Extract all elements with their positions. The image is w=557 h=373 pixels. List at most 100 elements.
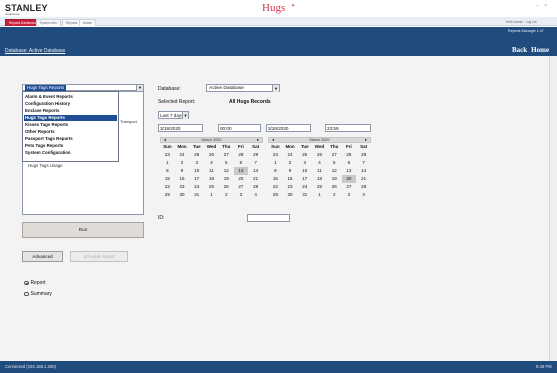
- calendar-day[interactable]: 27: [342, 183, 357, 191]
- list-item[interactable]: Hugs Tags Usage: [28, 163, 63, 168]
- calendar-day[interactable]: 9: [175, 167, 190, 175]
- calendar-day[interactable]: 2: [175, 159, 190, 167]
- end-time-input[interactable]: 23:59: [325, 124, 371, 132]
- tab-admin[interactable]: Admin: [79, 19, 97, 26]
- calendar-day[interactable]: 27: [219, 151, 234, 159]
- advanced-button[interactable]: Advanced: [22, 251, 63, 262]
- calendar-day[interactable]: 4: [312, 159, 327, 167]
- calendar-day[interactable]: 9: [283, 167, 298, 175]
- calendar-day[interactable]: 14: [248, 167, 263, 175]
- calendar-day[interactable]: 15: [268, 175, 283, 183]
- calendar-day[interactable]: 23: [160, 151, 175, 159]
- calendar-day[interactable]: 17: [189, 175, 204, 183]
- chevron-down-icon[interactable]: ▼: [272, 85, 279, 92]
- calendar-day[interactable]: 15: [160, 175, 175, 183]
- calendar-day[interactable]: 29: [248, 151, 263, 159]
- calendar-day[interactable]: 24: [175, 151, 190, 159]
- calendar-day[interactable]: 13: [233, 167, 249, 175]
- period-select[interactable]: Last 7 days ▼: [158, 111, 189, 119]
- calendar-day[interactable]: 21: [248, 175, 263, 183]
- dropdown-option[interactable]: Configuration History: [24, 101, 117, 107]
- home-link[interactable]: Home: [531, 46, 549, 54]
- chevron-down-icon[interactable]: ▼: [136, 85, 143, 91]
- run-button[interactable]: Run: [22, 222, 144, 238]
- calendar-day[interactable]: 26: [312, 151, 327, 159]
- calendar-day[interactable]: 19: [219, 175, 234, 183]
- calendar-day[interactable]: 28: [342, 151, 357, 159]
- prev-month-icon[interactable]: ◄: [271, 138, 275, 143]
- calendar-day[interactable]: 16: [175, 175, 190, 183]
- calendar-day[interactable]: 3: [189, 159, 204, 167]
- dropdown-option[interactable]: Alarm & Event Reports: [24, 94, 117, 100]
- calendar-day[interactable]: 23: [268, 151, 283, 159]
- calendar-day[interactable]: 30: [175, 191, 190, 199]
- calendar-day[interactable]: 11: [204, 167, 219, 175]
- calendar-day[interactable]: 25: [297, 151, 312, 159]
- calendar-day[interactable]: 3: [297, 159, 312, 167]
- calendar-day[interactable]: 7: [356, 159, 371, 167]
- calendar-day[interactable]: 22: [268, 183, 283, 191]
- chevron-down-icon[interactable]: ▼: [182, 112, 188, 119]
- calendar-day[interactable]: 12: [219, 167, 234, 175]
- calendar-day[interactable]: 16: [283, 175, 298, 183]
- calendar-day[interactable]: 13: [342, 167, 357, 175]
- calendar-day[interactable]: 1: [312, 191, 327, 199]
- calendar-day[interactable]: 14: [356, 167, 371, 175]
- end-date-input[interactable]: 3/26/2020: [266, 124, 311, 132]
- calendar-day[interactable]: 7: [248, 159, 263, 167]
- calendar-day[interactable]: 10: [189, 167, 204, 175]
- calendar-day[interactable]: 8: [160, 167, 175, 175]
- next-month-icon[interactable]: ►: [256, 138, 260, 143]
- calendar-day[interactable]: 5: [219, 159, 234, 167]
- radio-summary-dot[interactable]: [24, 291, 29, 297]
- radio-report-dot[interactable]: [24, 280, 29, 286]
- calendar-day[interactable]: 20: [234, 175, 249, 183]
- radio-report[interactable]: Report: [24, 280, 46, 286]
- dropdown-option[interactable]: Passport Tags Reports: [24, 136, 117, 142]
- calendar-day[interactable]: 4: [356, 191, 371, 199]
- calendar-day[interactable]: 4: [248, 191, 263, 199]
- id-input[interactable]: [247, 214, 290, 222]
- calendar-day[interactable]: 28: [356, 183, 371, 191]
- calendar-day[interactable]: 2: [327, 191, 342, 199]
- calendar-day[interactable]: 26: [204, 151, 219, 159]
- dropdown-option[interactable]: Enclave Reports: [24, 108, 117, 114]
- calendar-day[interactable]: 29: [160, 191, 175, 199]
- calendar-day[interactable]: 18: [312, 175, 327, 183]
- calendar-day[interactable]: 25: [189, 151, 204, 159]
- dropdown-option[interactable]: System Configuration: [24, 150, 117, 156]
- calendar-day[interactable]: 2: [219, 191, 234, 199]
- calendar-day[interactable]: 28: [234, 151, 249, 159]
- prev-month-icon[interactable]: ◄: [163, 138, 167, 143]
- calendar-day[interactable]: 24: [189, 183, 204, 191]
- calendar-day[interactable]: 26: [327, 183, 342, 191]
- calendar-day[interactable]: 8: [268, 167, 283, 175]
- tab-system-info[interactable]: System Info: [36, 19, 61, 26]
- breadcrumb[interactable]: Database: Active Database: [5, 48, 65, 54]
- calendar-day[interactable]: 1: [204, 191, 219, 199]
- calendar-day[interactable]: 1: [160, 159, 175, 167]
- radio-summary[interactable]: Summary: [24, 291, 52, 297]
- calendar-day[interactable]: 11: [312, 167, 327, 175]
- calendar-day[interactable]: 12: [327, 167, 342, 175]
- calendar-day[interactable]: 20: [341, 175, 357, 183]
- back-link[interactable]: Back: [512, 46, 527, 54]
- dropdown-option[interactable]: Pets Tags Reports: [24, 143, 117, 149]
- dropdown-option[interactable]: Kisses Tags Reports: [24, 122, 117, 128]
- calendar-day[interactable]: 24: [297, 183, 312, 191]
- calendar-day[interactable]: 19: [327, 175, 342, 183]
- user-menu[interactable]: Hello Admin · Log out: [506, 20, 536, 24]
- calendar-day[interactable]: 10: [297, 167, 312, 175]
- dropdown-option[interactable]: Other Reports: [24, 129, 117, 135]
- dropdown-option[interactable]: Hugs Tags Reports: [24, 115, 117, 121]
- calendar-day[interactable]: 23: [175, 183, 190, 191]
- calendar-day[interactable]: 30: [283, 191, 298, 199]
- calendar-day[interactable]: 1: [268, 159, 283, 167]
- start-date-input[interactable]: 3/19/2020: [158, 124, 203, 132]
- calendar-day[interactable]: 29: [356, 151, 371, 159]
- calendar-day[interactable]: 31: [297, 191, 312, 199]
- calendar-day[interactable]: 21: [356, 175, 371, 183]
- calendar-day[interactable]: 17: [297, 175, 312, 183]
- calendar-day[interactable]: 23: [283, 183, 298, 191]
- calendar-day[interactable]: 24: [283, 151, 298, 159]
